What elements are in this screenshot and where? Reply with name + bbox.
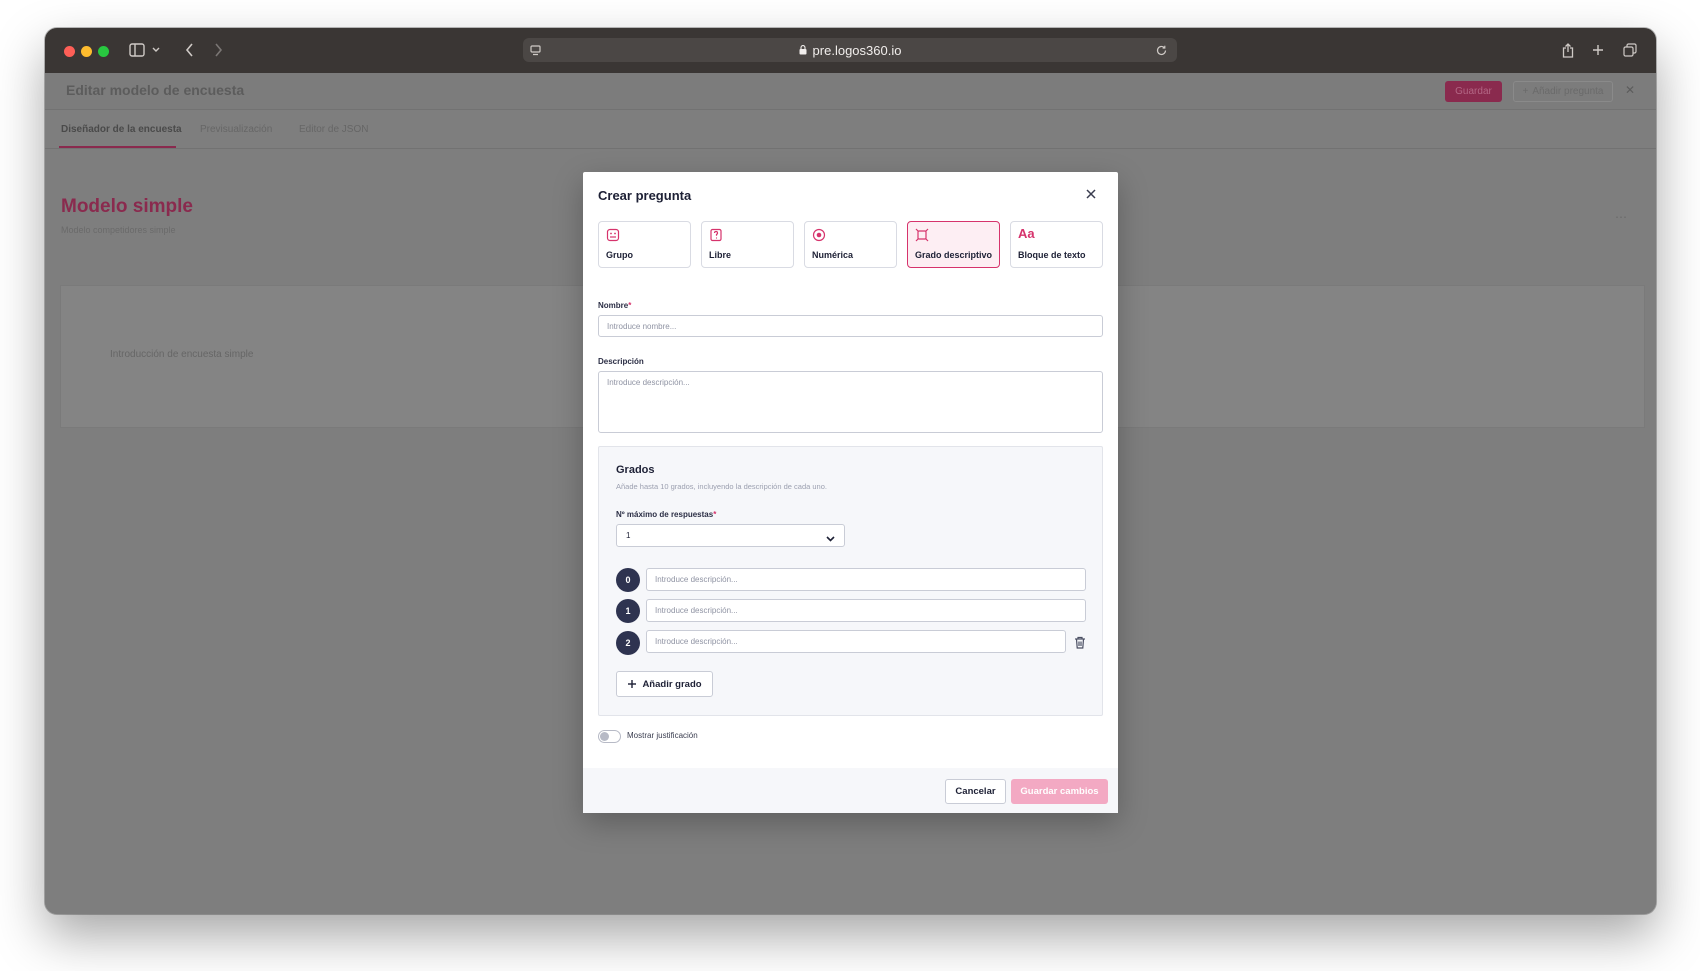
descriptive-grade-icon — [915, 228, 929, 242]
background-close-icon: ✕ — [1625, 83, 1636, 97]
reload-icon[interactable] — [1154, 40, 1168, 60]
nombre-input[interactable] — [598, 315, 1103, 337]
page-title: Modelo simple — [61, 196, 193, 217]
text-block-icon: Aa — [1018, 226, 1035, 241]
trash-icon[interactable] — [1074, 636, 1086, 649]
descripcion-label: Descripción — [598, 357, 644, 366]
chevron-down-icon — [825, 531, 836, 542]
tab-designer: Diseñador de la encuesta — [61, 124, 182, 135]
show-justification-label: Mostrar justificación — [627, 731, 698, 740]
question-type-label: Numérica — [812, 250, 854, 260]
free-text-icon — [709, 228, 723, 242]
share-icon[interactable] — [1560, 38, 1576, 62]
close-window-button[interactable] — [64, 46, 75, 57]
grade-number-badge: 1 — [616, 599, 640, 623]
lock-icon — [799, 45, 807, 55]
save-changes-button[interactable]: Guardar cambios — [1011, 779, 1108, 804]
dialog-footer: Cancelar Guardar cambios — [583, 768, 1118, 813]
question-type-bloque-de-texto[interactable]: Aa Bloque de texto — [1010, 221, 1103, 268]
create-question-dialog: Crear pregunta Grupo Libre Numérica Grad… — [583, 172, 1118, 813]
grados-help-text: Añade hasta 10 grados, incluyendo la des… — [616, 482, 827, 491]
new-tab-icon[interactable] — [1590, 38, 1606, 62]
question-type-label: Libre — [709, 250, 732, 260]
question-type-label: Grado descriptivo — [915, 250, 993, 260]
background-save-button: Guardar — [1445, 81, 1502, 102]
group-icon — [606, 228, 620, 242]
maximize-window-button[interactable] — [98, 46, 109, 57]
close-icon[interactable] — [1083, 186, 1099, 202]
tab-json-editor: Editor de JSON — [299, 124, 369, 135]
browser-titlebar: pre.logos360.io — [45, 28, 1656, 73]
forward-icon[interactable] — [211, 38, 225, 62]
grados-title: Grados — [616, 464, 655, 476]
tab-preview: Previsualización — [200, 124, 273, 135]
nombre-label: Nombre* — [598, 301, 632, 310]
grade-description-input[interactable] — [646, 568, 1086, 591]
max-responses-value: 1 — [626, 531, 631, 540]
back-icon[interactable] — [182, 38, 196, 62]
tabs-overview-icon[interactable] — [1622, 38, 1638, 62]
sidebar-icon[interactable] — [127, 38, 147, 62]
question-type-grado-descriptivo[interactable]: Grado descriptivo — [907, 221, 1000, 268]
plus-icon — [627, 679, 637, 689]
url-display: pre.logos360.io — [523, 38, 1177, 62]
numeric-icon — [812, 228, 826, 242]
dialog-title: Crear pregunta — [598, 188, 692, 203]
url-text: pre.logos360.io — [812, 42, 902, 58]
app-title: Editar modelo de encuesta — [66, 82, 245, 98]
add-grade-label: Añadir grado — [642, 678, 702, 690]
max-responses-select[interactable]: 1 — [616, 524, 845, 547]
active-tab-indicator — [59, 146, 176, 148]
app-header: Editar modelo de encuesta Guardar + Añad… — [45, 73, 1656, 110]
question-type-numerica[interactable]: Numérica — [804, 221, 897, 268]
question-type-label: Grupo — [606, 250, 633, 260]
question-type-grupo[interactable]: Grupo — [598, 221, 691, 268]
background-add-question-button: + Añadir pregunta — [1513, 81, 1613, 102]
grade-number-badge: 2 — [616, 631, 640, 655]
grade-description-input[interactable] — [646, 599, 1086, 622]
descripcion-textarea[interactable] — [598, 371, 1103, 433]
max-responses-label: Nº máximo de respuestas* — [616, 510, 717, 519]
chevron-down-icon[interactable] — [151, 38, 161, 62]
add-grade-button[interactable]: Añadir grado — [616, 671, 713, 697]
question-type-libre[interactable]: Libre — [701, 221, 794, 268]
more-options-icon: ⋯ — [1615, 210, 1627, 224]
plus-icon: + — [1522, 86, 1529, 97]
survey-intro-text: Introducción de encuesta simple — [110, 349, 254, 360]
background-add-question-label: Añadir pregunta — [1532, 86, 1604, 97]
cancel-button[interactable]: Cancelar — [945, 779, 1006, 804]
toggle-knob — [600, 732, 609, 741]
grade-number-badge: 0 — [616, 568, 640, 592]
grade-description-input[interactable] — [646, 630, 1066, 653]
app-tabs: Diseñador de la encuesta Previsualizació… — [45, 111, 1656, 149]
page-subtitle: Modelo competidores simple — [61, 225, 176, 235]
show-justification-toggle[interactable] — [598, 730, 621, 743]
minimize-window-button[interactable] — [81, 46, 92, 57]
grados-section: Grados Añade hasta 10 grados, incluyendo… — [598, 446, 1103, 716]
question-type-label: Bloque de texto — [1018, 250, 1086, 260]
address-bar[interactable]: pre.logos360.io — [523, 38, 1177, 62]
